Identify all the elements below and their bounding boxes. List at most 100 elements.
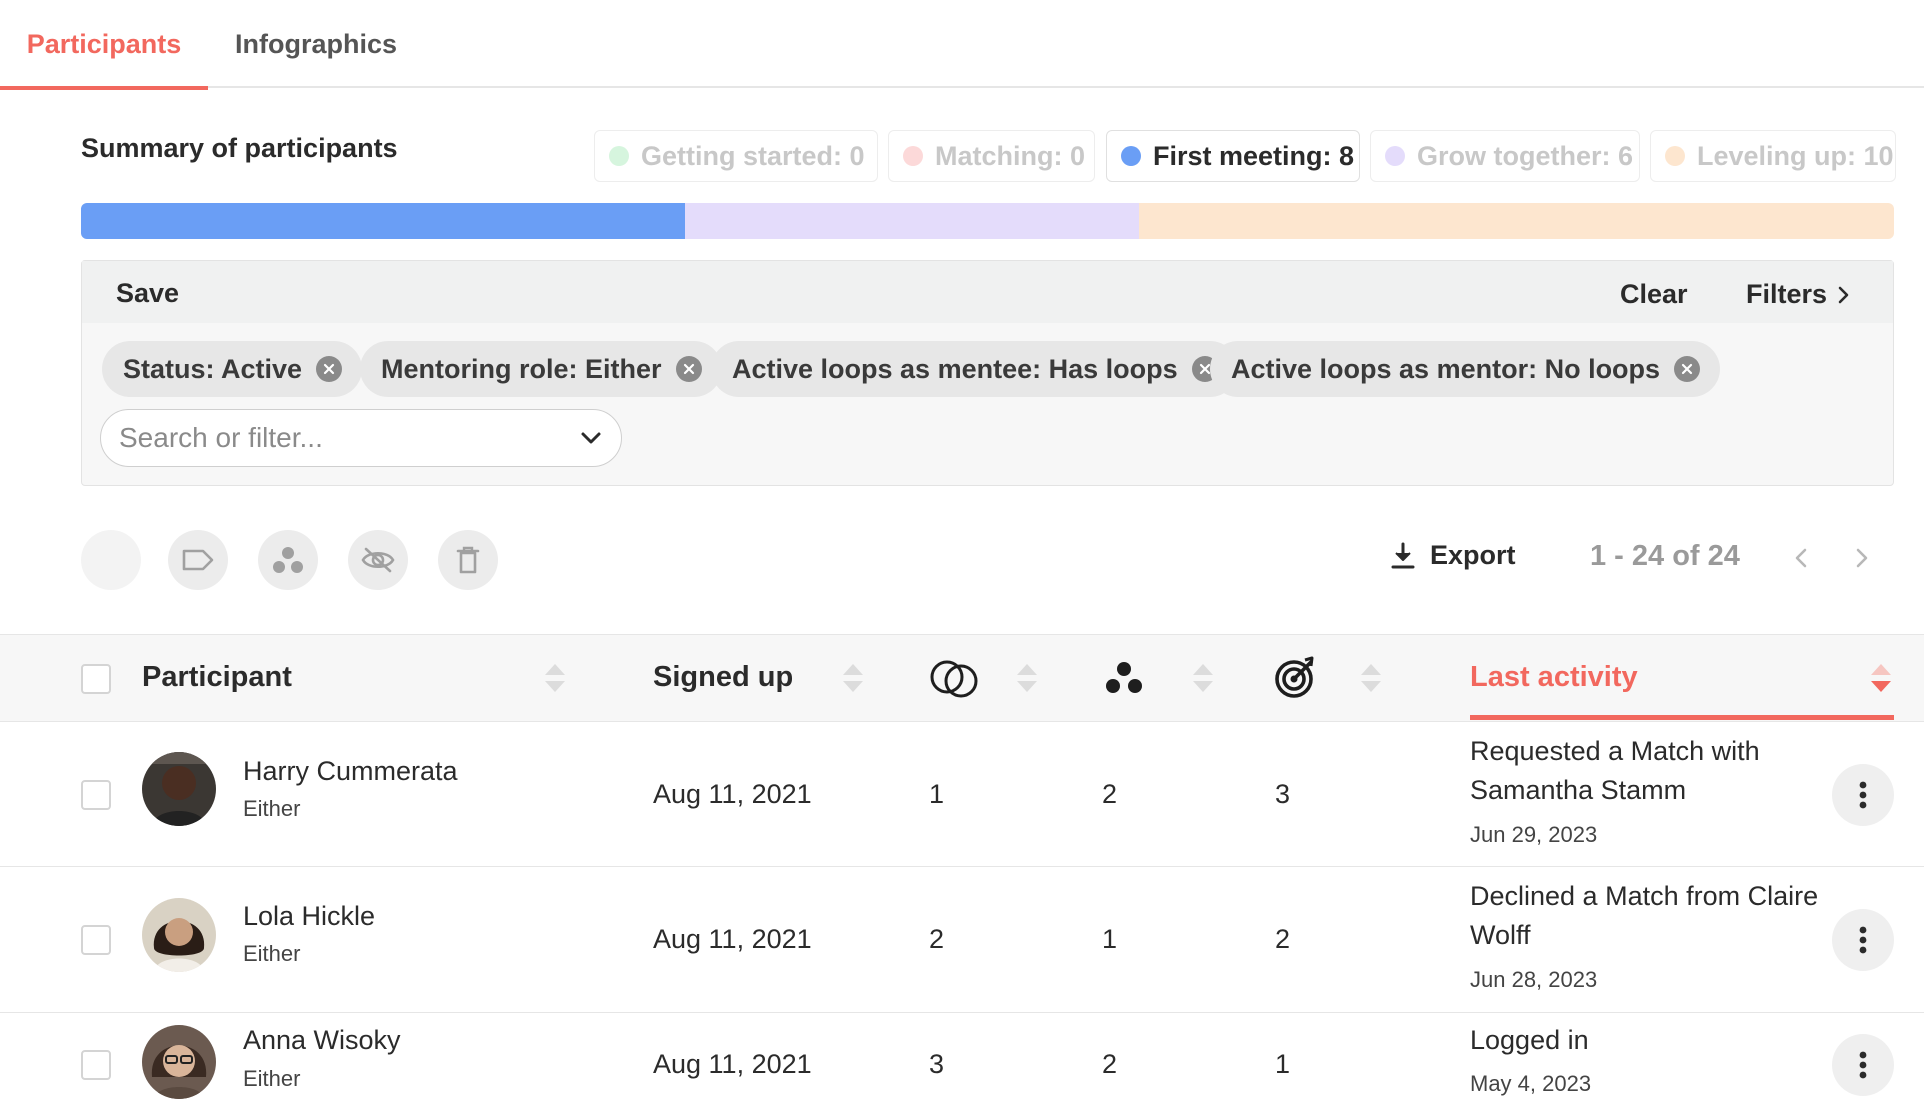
sort-descending-icon[interactable] [1868, 661, 1894, 695]
tab-participants[interactable]: Participants [0, 0, 208, 90]
chevron-left-icon [1795, 548, 1807, 568]
signed-up-date: Aug 11, 2021 [653, 924, 812, 954]
more-vertical-icon [1859, 781, 1867, 809]
table-row[interactable]: Anna Wisoky Either Aug 11, 2021 3 2 1 Lo… [0, 1013, 1924, 1114]
filter-chip-label: Status: Active [123, 353, 303, 384]
filter-chip-label: Active loops as mentor: No loops [1231, 353, 1661, 384]
row-more-button[interactable] [1832, 764, 1894, 826]
row-more-button[interactable] [1832, 1034, 1894, 1096]
filter-chip-mentoring-role[interactable]: Mentoring role: Either [360, 341, 722, 397]
search-input[interactable] [119, 422, 579, 454]
sort-icon[interactable] [1014, 661, 1040, 695]
stage-dot-icon [1121, 146, 1141, 166]
group-button[interactable] [258, 530, 318, 590]
loops-count: 3 [929, 1049, 945, 1079]
group-count: 2 [1102, 1049, 1118, 1079]
filter-chip-loops-mentee[interactable]: Active loops as mentee: Has loops [711, 341, 1238, 397]
save-filter-button[interactable]: Save [116, 278, 179, 309]
sort-icon[interactable] [542, 661, 568, 695]
column-header-signed-up[interactable]: Signed up [653, 661, 793, 694]
stage-pill-label: Getting started: 0 [641, 140, 865, 171]
participant-role: Either [243, 1066, 301, 1091]
summary-title: Summary of participants [81, 133, 398, 163]
participant-name[interactable]: Harry Cummerata [243, 756, 458, 787]
filter-search-box[interactable] [100, 409, 622, 467]
clear-filters-button[interactable]: Clear [1620, 279, 1688, 310]
chevron-down-icon[interactable] [579, 430, 603, 446]
sort-icon[interactable] [840, 661, 866, 695]
participant-name[interactable]: Lola Hickle [243, 901, 375, 932]
loops-count: 1 [929, 779, 945, 809]
progress-segment-4 [1138, 203, 1894, 239]
stage-dot-icon [1665, 146, 1685, 166]
stage-pill-leveling-up[interactable]: Leveling up: 10 [1650, 130, 1896, 182]
stage-pill-label: Grow together: 6 [1417, 140, 1634, 171]
sort-icon[interactable] [1190, 661, 1216, 695]
participant-role: Either [243, 796, 301, 821]
row-more-button[interactable] [1832, 909, 1894, 971]
filters-button[interactable]: Filters [1746, 279, 1851, 310]
more-vertical-icon [1859, 926, 1867, 954]
participant-name[interactable]: Anna Wisoky [243, 1025, 401, 1056]
tab-bar: Participants Infographics [0, 0, 1924, 90]
tab-infographics[interactable]: Infographics [208, 0, 424, 88]
remove-chip-icon[interactable] [1674, 356, 1701, 382]
active-tab-indicator [0, 86, 208, 90]
goals-count: 2 [1275, 924, 1291, 954]
target-icon[interactable] [1274, 655, 1318, 699]
last-activity-date: Jun 29, 2023 [1470, 822, 1598, 847]
loops-count: 2 [929, 924, 945, 954]
avatar [142, 898, 216, 972]
avatar [142, 1025, 216, 1099]
row-checkbox[interactable] [81, 780, 111, 810]
remove-chip-icon[interactable] [675, 356, 702, 382]
table-row[interactable]: Harry Cummerata Either Aug 11, 2021 1 2 … [0, 722, 1924, 867]
table-row[interactable]: Lola Hickle Either Aug 11, 2021 2 1 2 De… [0, 867, 1924, 1013]
group-icon[interactable] [1104, 659, 1144, 697]
stage-pill-grow-together[interactable]: Grow together: 6 [1370, 130, 1640, 182]
prev-page-button[interactable] [1787, 544, 1815, 572]
last-activity-date: Jun 28, 2023 [1470, 967, 1598, 992]
progress-segment-3 [685, 203, 1139, 239]
group-icon [273, 547, 303, 573]
column-header-last-activity[interactable]: Last activity [1470, 661, 1638, 694]
tag-button[interactable] [168, 530, 228, 590]
goals-count: 1 [1275, 1049, 1291, 1079]
filter-panel: Save Clear Filters Status: Active Mentor… [81, 260, 1894, 486]
row-checkbox[interactable] [81, 925, 111, 955]
stage-dot-icon [903, 146, 923, 166]
stage-pill-first-meeting[interactable]: First meeting: 8 [1106, 130, 1360, 182]
row-checkbox[interactable] [81, 1050, 111, 1080]
loops-icon[interactable] [928, 655, 982, 701]
stage-pill-matching[interactable]: Matching: 0 [888, 130, 1095, 182]
select-action-button[interactable] [81, 530, 141, 590]
tab-participants-label: Participants [26, 28, 182, 59]
filter-panel-header: Save Clear Filters [82, 261, 1893, 323]
column-header-participant[interactable]: Participant [142, 661, 292, 694]
stage-pill-label: Matching: 0 [935, 140, 1086, 171]
export-button[interactable]: Export [1390, 540, 1516, 571]
table-header: Participant Signed up Last activity [0, 634, 1924, 722]
stage-dot-icon [1385, 146, 1405, 166]
export-label: Export [1430, 540, 1516, 570]
filter-chip-label: Active loops as mentee: Has loops [732, 353, 1178, 384]
stage-pill-getting-started[interactable]: Getting started: 0 [594, 130, 878, 182]
tag-icon [182, 549, 214, 571]
active-sort-indicator [1470, 715, 1894, 720]
select-all-checkbox[interactable] [81, 664, 111, 694]
filter-chip-status[interactable]: Status: Active [102, 341, 363, 397]
next-page-button[interactable] [1848, 544, 1876, 572]
filter-chip-loops-mentor[interactable]: Active loops as mentor: No loops [1210, 341, 1721, 397]
pagination-count: 1 - 24 of 24 [1590, 540, 1740, 572]
goals-count: 3 [1275, 779, 1291, 809]
hide-button[interactable] [348, 530, 408, 590]
group-count: 2 [1102, 779, 1118, 809]
avatar [142, 752, 216, 826]
stage-pill-label: Leveling up: 10 [1697, 140, 1894, 171]
stage-pill-label: First meeting: 8 [1153, 140, 1355, 171]
delete-button[interactable] [438, 530, 498, 590]
sort-icon[interactable] [1358, 661, 1384, 695]
signed-up-date: Aug 11, 2021 [653, 1049, 812, 1079]
download-icon [1391, 542, 1415, 568]
remove-chip-icon[interactable] [316, 356, 343, 382]
